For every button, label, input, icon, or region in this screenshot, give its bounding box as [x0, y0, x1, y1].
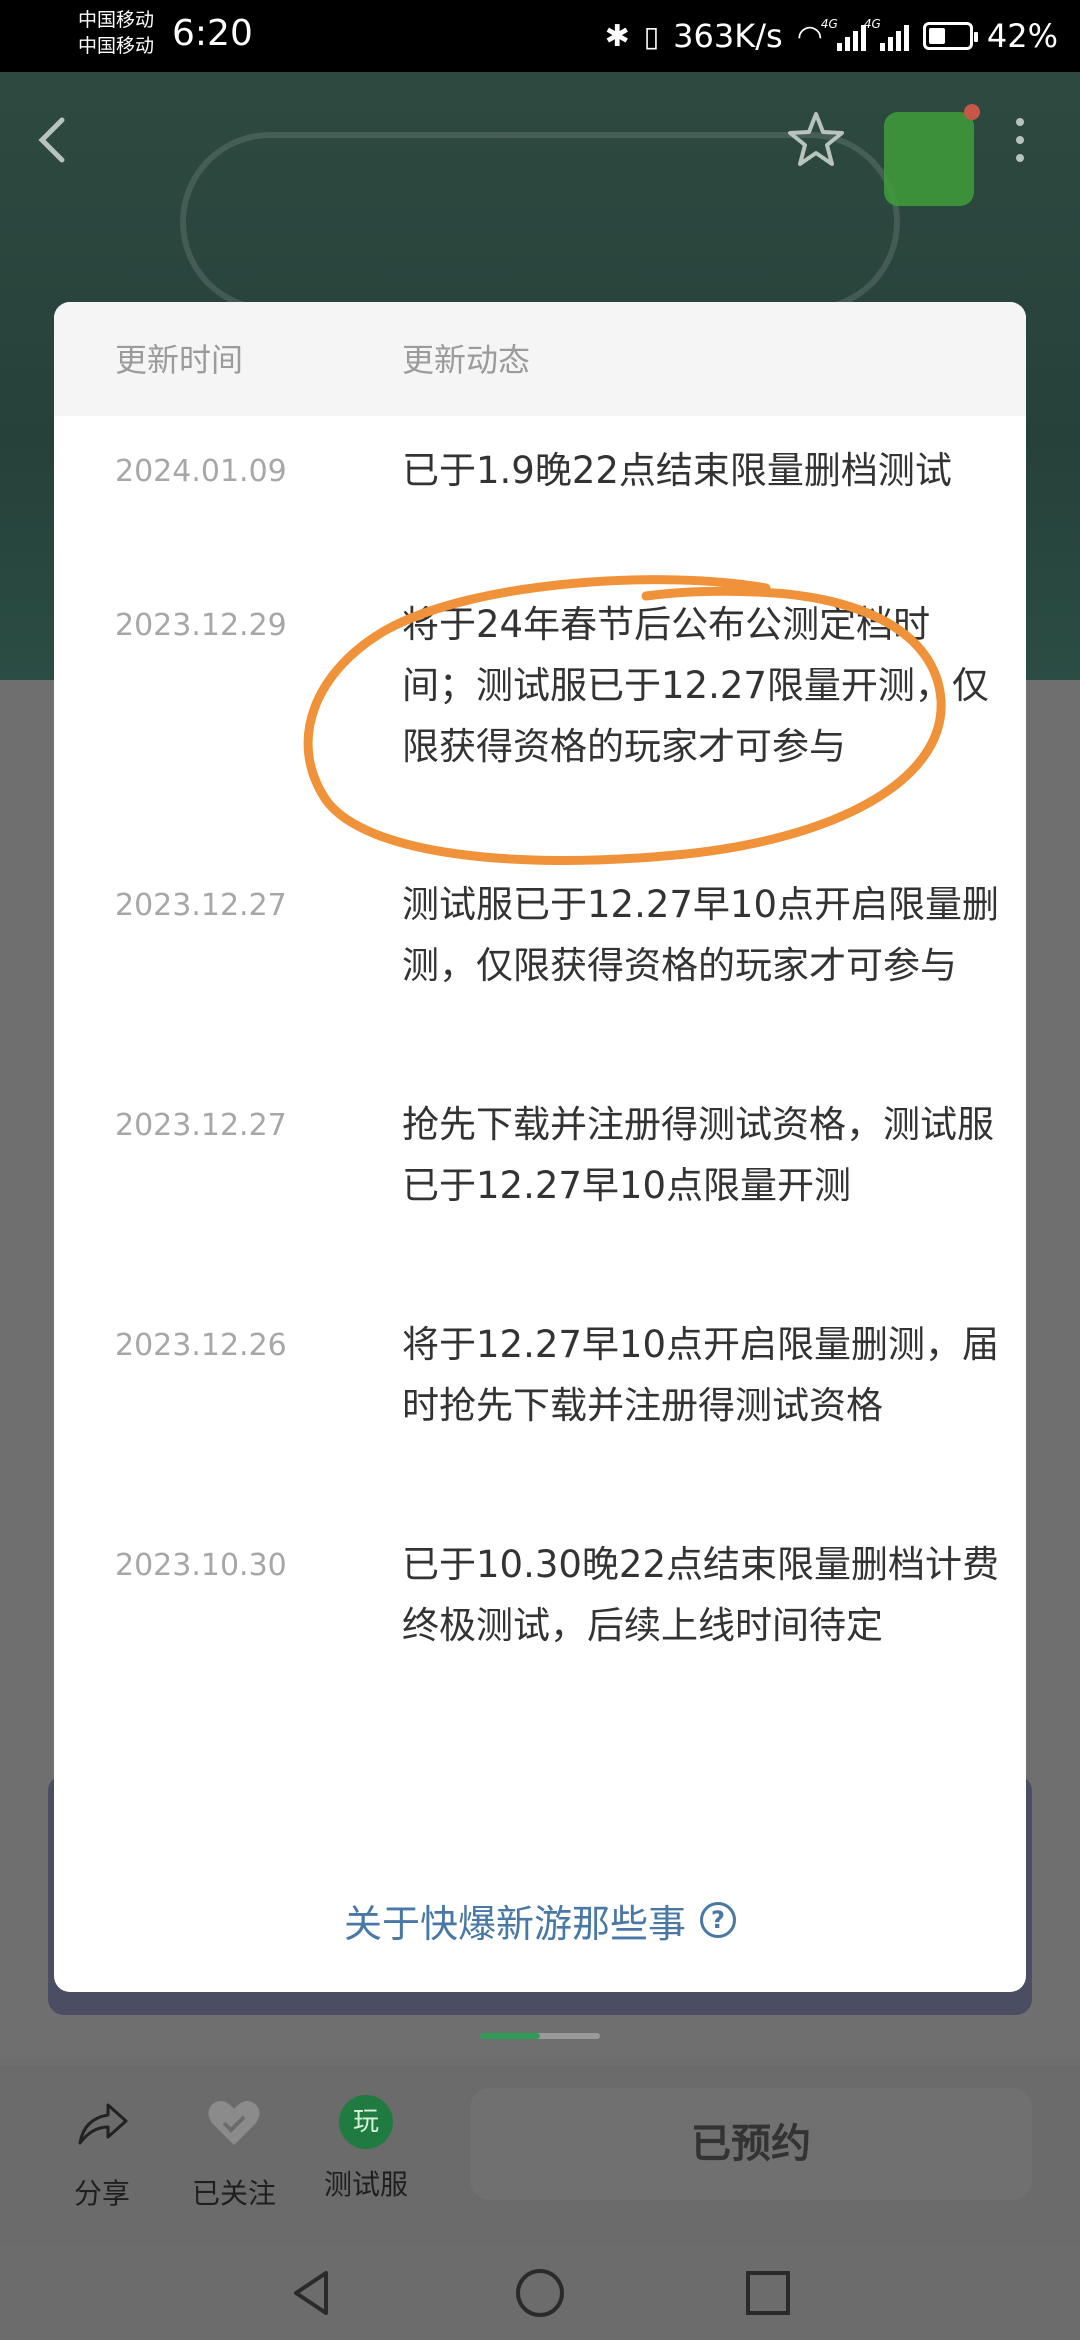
update-date: 2023.12.26: [115, 1328, 287, 1363]
status-icons: ✱ ▯ 363K/s ◠ 4G 4G 42%: [605, 14, 1058, 58]
signal-icon-2: 4G: [864, 17, 909, 51]
share-button[interactable]: 分享: [42, 2093, 162, 2212]
update-text: 抢先下载并注册得测试资格，测试服已于12.27早10点限量开测: [402, 1103, 994, 1207]
update-text: 已于10.30晚22点结束限量删档计费终极测试，后续上线时间待定: [402, 1543, 1000, 1647]
signal-tag-1: 4G: [820, 17, 838, 31]
test-server-badge: 玩: [339, 2095, 393, 2149]
bluetooth-icon: ✱: [604, 18, 630, 54]
wifi-icon: ◠: [796, 18, 823, 54]
status-bar: 中国移动 中国移动 6:20 ✱ ▯ 363K/s ◠ 4G 4G 42%: [0, 0, 1080, 72]
carrier-1: 中国移动: [78, 9, 155, 31]
header-update-time: 更新时间: [115, 341, 244, 379]
update-date: 2024.01.09: [115, 454, 287, 489]
update-date: 2023.10.30: [115, 1548, 287, 1583]
update-text: 将于12.27早10点开启限量删测，届时抢先下载并注册得测试资格: [402, 1323, 1000, 1427]
update-date: 2023.12.27: [115, 888, 287, 923]
battery-fill: [928, 28, 945, 44]
reserved-button[interactable]: 已预约: [470, 2088, 1032, 2200]
test-server-button[interactable]: 玩 测试服: [306, 2093, 426, 2203]
follow-button[interactable]: 已关注: [174, 2093, 294, 2212]
signal-tag-2: 4G: [863, 17, 881, 31]
carousel-indicator: [480, 2033, 600, 2039]
vibrate-icon: ▯: [643, 19, 660, 53]
follow-label: 已关注: [191, 2177, 276, 2210]
download-icon[interactable]: [884, 104, 980, 206]
about-link[interactable]: 关于快爆新游那些事 ?: [54, 1892, 1026, 1948]
nav-home-icon[interactable]: [510, 2263, 570, 2323]
share-label: 分享: [73, 2177, 130, 2210]
carrier-2: 中国移动: [78, 35, 155, 57]
notification-dot: [964, 104, 980, 120]
share-icon: [78, 2103, 128, 2145]
net-speed: 363K/s: [673, 17, 783, 55]
nav-back-icon[interactable]: [282, 2263, 342, 2323]
heart-icon: [208, 2101, 260, 2145]
test-server-label: 测试服: [323, 2168, 408, 2201]
clock: 6:20: [172, 13, 253, 54]
update-text: 测试服已于12.27早10点开启限量删测，仅限获得资格的玩家才可参与: [402, 883, 1000, 987]
question-icon: ?: [700, 1902, 736, 1938]
update-date: 2023.12.27: [115, 1108, 287, 1143]
signal-icon-1: 4G: [821, 17, 866, 51]
update-text: 将于24年春节后公布公测定档时间；测试服已于12.27限量开测，仅限获得资格的玩…: [402, 603, 989, 768]
carrier-info: 中国移动 中国移动: [78, 8, 154, 60]
update-history-dialog: 更新时间 更新动态 2024.01.09 已于1.9晚22点结束限量删档测试 2…: [54, 302, 1026, 1992]
nav-recent-icon[interactable]: [738, 2263, 798, 2323]
about-link-label: 关于快爆新游那些事: [343, 1901, 686, 1946]
header-update-news: 更新动态: [402, 341, 531, 379]
update-date: 2023.12.29: [115, 608, 287, 643]
battery-icon: [922, 22, 978, 50]
star-icon[interactable]: [784, 108, 848, 172]
update-text: 已于1.9晚22点结束限量删档测试: [402, 449, 952, 492]
back-icon[interactable]: [30, 110, 74, 170]
battery-percent: 42%: [986, 17, 1058, 55]
more-icon[interactable]: [1010, 110, 1030, 170]
system-nav-bar: [0, 2245, 1080, 2340]
dialog-header: 更新时间 更新动态: [54, 302, 1026, 416]
